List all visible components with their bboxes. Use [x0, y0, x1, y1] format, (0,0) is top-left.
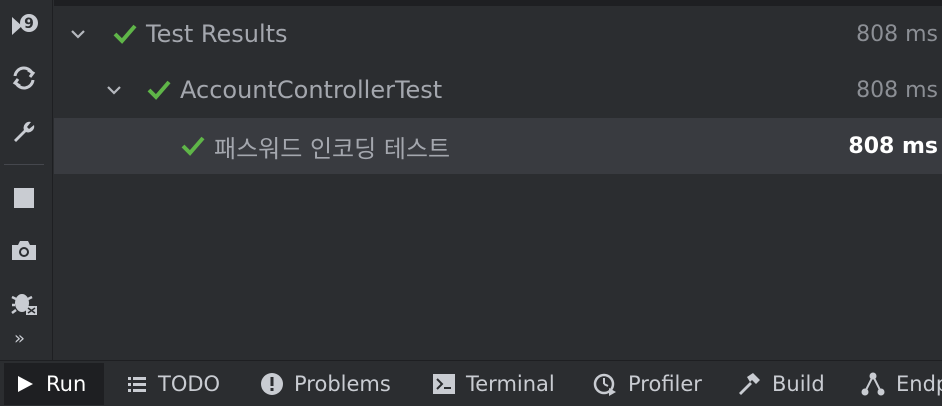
rerun-failed-icon[interactable]: 9 — [8, 10, 40, 42]
tree-row-test-results[interactable]: Test Results 808 ms — [54, 6, 942, 62]
tool-window-problems[interactable]: Problems — [260, 363, 391, 405]
tool-window-profiler[interactable]: Profiler — [592, 363, 702, 405]
test-results-tree: Test Results 808 ms AccountControllerTes… — [54, 6, 942, 360]
tree-row-label: Test Results — [146, 20, 288, 48]
tree-row-password-encoding-test[interactable]: 패스워드 인코딩 테스트 808 ms — [54, 118, 942, 174]
tree-row-label: AccountControllerTest — [180, 76, 443, 104]
tool-window-run[interactable]: Run — [4, 363, 104, 405]
tool-window-terminal[interactable]: Terminal — [432, 363, 555, 405]
tool-window-label: Run — [46, 372, 87, 396]
tool-window-build[interactable]: Build — [736, 363, 825, 405]
tree-row-account-controller-test[interactable]: AccountControllerTest 808 ms — [54, 62, 942, 118]
toggle-auto-test-icon[interactable] — [8, 62, 40, 94]
chevron-down-icon[interactable] — [68, 24, 88, 44]
camera-icon[interactable] — [8, 234, 40, 266]
tool-window-label: Endp — [896, 372, 942, 396]
duration-label: 808 ms — [856, 21, 938, 47]
check-icon — [147, 80, 171, 100]
tool-window-label: Profiler — [628, 372, 702, 396]
check-icon — [181, 136, 205, 156]
tool-window-label: Build — [772, 372, 825, 396]
duration-label: 808 ms — [848, 133, 938, 159]
wrench-icon[interactable] — [8, 116, 40, 148]
run-toolbar: 9 » — [0, 0, 46, 360]
toolbar-separator — [4, 164, 44, 165]
stop-icon[interactable] — [8, 182, 40, 214]
tool-window-bar: Run TODO Problems Terminal Profiler Buil… — [0, 360, 942, 406]
hammer-icon — [739, 373, 760, 395]
debug-icon[interactable] — [8, 286, 40, 318]
tree-row-label: 패스워드 인코딩 테스트 — [214, 134, 451, 163]
duration-label: 808 ms — [856, 77, 938, 103]
toolbar-divider — [52, 0, 53, 360]
tool-window-endpoints[interactable]: Endp — [860, 363, 942, 405]
terminal-icon — [433, 374, 455, 394]
check-icon — [113, 24, 137, 44]
list-icon — [128, 377, 146, 392]
chevron-down-icon[interactable] — [104, 80, 124, 100]
endpoints-icon — [861, 372, 885, 396]
tool-window-label: Terminal — [466, 372, 555, 396]
profiler-icon — [593, 373, 616, 396]
problems-icon — [261, 373, 283, 395]
play-icon — [18, 376, 33, 392]
tool-window-label: Problems — [294, 372, 391, 396]
tool-window-label: TODO — [158, 372, 221, 396]
svg-text:9: 9 — [24, 16, 34, 32]
more-actions-button[interactable]: » — [14, 328, 25, 349]
tool-window-todo[interactable]: TODO — [126, 363, 220, 405]
